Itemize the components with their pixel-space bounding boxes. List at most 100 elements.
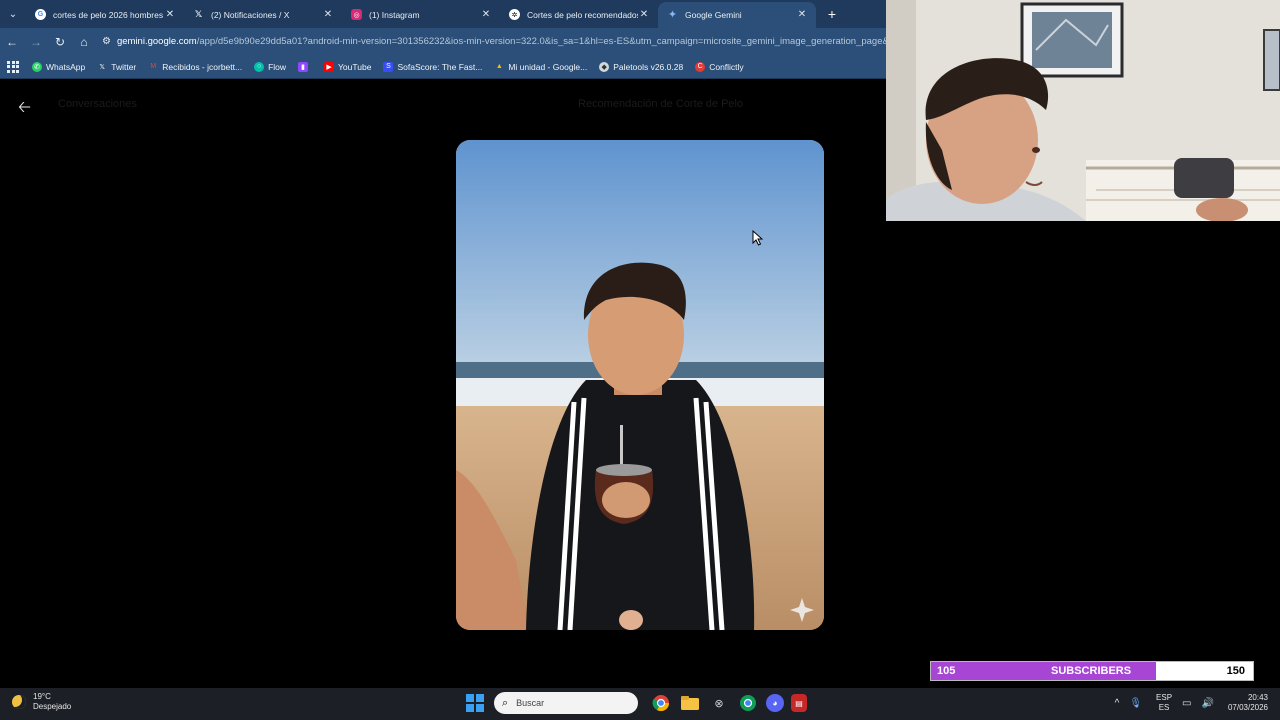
beach-photo-illustration (456, 140, 824, 630)
bookmark-whatsapp[interactable]: ✆ WhatsApp (32, 61, 86, 72)
close-icon[interactable]: ✕ (480, 9, 492, 20)
conflictly-icon: C (695, 61, 706, 72)
chatgpt-icon: ✲ (509, 9, 520, 20)
bookmark-label: SofaScore: The Fast... (397, 61, 483, 72)
url-host: gemini.google.com (116, 36, 197, 47)
search-placeholder: Buscar (516, 698, 545, 708)
sofascore-icon: S (383, 61, 394, 72)
flow-icon: ○ (254, 61, 265, 72)
x-icon: 𝕏 (99, 63, 106, 71)
tab-title: Google Gemini (685, 9, 742, 20)
close-icon[interactable]: ✕ (638, 9, 650, 20)
chrome-profile-icon[interactable] (737, 692, 759, 714)
bookmark-gmail[interactable]: M Recibidos - jcorbett... (148, 62, 242, 72)
bookmark-label: Mi unidad - Google... (508, 61, 588, 72)
bookmark-youtube[interactable]: ▶ YouTube (324, 61, 372, 72)
language-indicator[interactable]: ESP ES (1156, 693, 1172, 713)
bookmark-twitter[interactable]: 𝕏 Twitter (97, 62, 136, 72)
bookmark-label: Twitter (111, 61, 137, 72)
bookmark-label: Recibidos - jcorbett... (162, 61, 243, 72)
site-info-icon[interactable]: ⚙ (102, 36, 111, 47)
back-icon[interactable]: ← (0, 28, 24, 55)
gmail-icon: M (150, 63, 157, 70)
subscriber-label: SUBSCRIBERS (1051, 665, 1132, 677)
taskbar-search[interactable]: ⌕ Buscar (494, 692, 638, 714)
keyboard-layout: ES (1158, 703, 1170, 712)
faint-chat-title: Recomendación de Corte de Pelo (578, 98, 744, 110)
drive-icon: ▲ (495, 63, 503, 70)
reload-icon[interactable]: ↻ (48, 28, 72, 55)
whatsapp-icon: ✆ (32, 61, 42, 72)
tab-0[interactable]: G cortes de pelo 2026 hombres - ✕ (26, 1, 184, 28)
bookmark-label: Conflictly (709, 61, 744, 72)
xbox-icon[interactable]: ⊗ (708, 692, 730, 714)
weather-temp: 19°C (33, 692, 51, 701)
bookmark-label: YouTube (338, 61, 372, 72)
back-arrow-icon[interactable]: 🡠 (18, 96, 31, 123)
windows-taskbar: 19°C Despejado ⌕ Buscar ⊗ ◕ ▤ ^ 🎙 ESP ES… (0, 688, 1280, 720)
app-red-icon[interactable]: ▤ (791, 694, 807, 712)
tab-1[interactable]: 𝕏 (2) Notificaciones / X ✕ (184, 1, 342, 28)
close-icon[interactable]: ✕ (796, 9, 808, 20)
network-icon[interactable]: ▭ (1182, 698, 1191, 709)
close-icon[interactable]: ✕ (164, 9, 176, 20)
moon-icon (12, 695, 26, 709)
bookmark-sofascore[interactable]: S SofaScore: The Fast... (383, 61, 483, 72)
twitch-icon: ▮ (298, 61, 309, 72)
instagram-icon: ◎ (351, 9, 362, 20)
clock-time: 20:43 (1247, 693, 1268, 702)
bookmark-label: Flow (268, 61, 287, 72)
microphone-icon[interactable]: 🎙 (1129, 698, 1142, 709)
bookmark-twitch[interactable]: ▮ (298, 61, 312, 72)
bookmark-drive[interactable]: ▲ Mi unidad - Google... (494, 62, 587, 72)
tab-title: (1) Instagram (369, 9, 420, 20)
tab-title: cortes de pelo 2026 hombres - (53, 9, 164, 20)
windows-start-icon[interactable] (466, 694, 484, 712)
faint-sidebar-label: Conversaciones (58, 98, 137, 110)
tab-title: Cortes de pelo recomendados (527, 9, 638, 20)
tab-3[interactable]: ✲ Cortes de pelo recomendados ✕ (500, 1, 658, 28)
screen: ⌄ G cortes de pelo 2026 hombres - ✕ 𝕏 (2… (0, 0, 1280, 720)
weather-desc: Despejado (33, 702, 72, 711)
search-icon: ⌕ (502, 696, 509, 709)
tab-title: (2) Notificaciones / X (211, 9, 290, 20)
tab-4[interactable]: ✦ Google Gemini ✕ (658, 1, 816, 28)
taskbar-center: ⌕ Buscar ⊗ ◕ ▤ (466, 692, 807, 714)
volume-icon[interactable]: 🔊 (1202, 698, 1214, 709)
bookmark-flow[interactable]: ○ Flow (254, 61, 287, 72)
clock[interactable]: 20:43 07/03/2026 (1228, 693, 1268, 713)
mouse-cursor-icon (752, 230, 764, 246)
language-code: ESP (1156, 693, 1173, 702)
bookmarks-bar: ✆ WhatsApp 𝕏 Twitter M Recibidos - jcorbett… (0, 55, 886, 79)
home-icon[interactable]: ⌂ (72, 28, 96, 55)
tab-search-chevron-icon[interactable]: ⌄ (0, 0, 26, 28)
subscriber-goal: 150 (1226, 665, 1245, 677)
bookmark-conflictly[interactable]: C Conflictly (695, 61, 744, 72)
google-icon: G (35, 9, 46, 20)
webcam-overlay (886, 0, 1280, 221)
apps-grid-icon[interactable] (6, 60, 20, 74)
subscriber-count: 105 (937, 665, 956, 677)
x-icon: 𝕏 (194, 9, 203, 19)
new-tab-button[interactable]: + (822, 4, 842, 24)
tab-2[interactable]: ◎ (1) Instagram ✕ (342, 1, 500, 28)
gemini-icon: ✦ (667, 9, 678, 21)
clock-date: 07/03/2026 (1227, 703, 1268, 712)
generated-image[interactable] (456, 140, 824, 630)
chevron-up-icon[interactable]: ^ (1115, 698, 1120, 709)
file-explorer-icon[interactable] (679, 692, 701, 714)
address-bar[interactable]: ⚙ gemini.google.com/app/d5e9b90e29dd5a01… (102, 31, 886, 53)
discord-icon[interactable]: ◕ (766, 694, 784, 712)
bookmark-label: WhatsApp (46, 61, 86, 72)
subscriber-goal-bar: 105 SUBSCRIBERS 150 (930, 661, 1254, 681)
bookmark-paletools[interactable]: ◆ Paletools v26.0.28 (599, 61, 683, 72)
url-path: /app/d5e9b90e29dd5a01?android-min-versio… (196, 36, 886, 47)
close-icon[interactable]: ✕ (322, 9, 334, 20)
browser-toolbar: ← → ↻ ⌂ ⚙ gemini.google.com/app/d5e9b90e… (0, 28, 886, 55)
system-tray: ^ 🎙 ESP ES ▭ 🔊 20:43 07/03/2026 (1105, 693, 1268, 713)
forward-icon[interactable]: → (24, 28, 48, 55)
paletools-icon: ◆ (599, 61, 610, 72)
webcam-feed-illustration (886, 0, 1280, 221)
weather-widget[interactable]: 19°C Despejado (12, 692, 71, 712)
chrome-icon[interactable] (650, 692, 672, 714)
